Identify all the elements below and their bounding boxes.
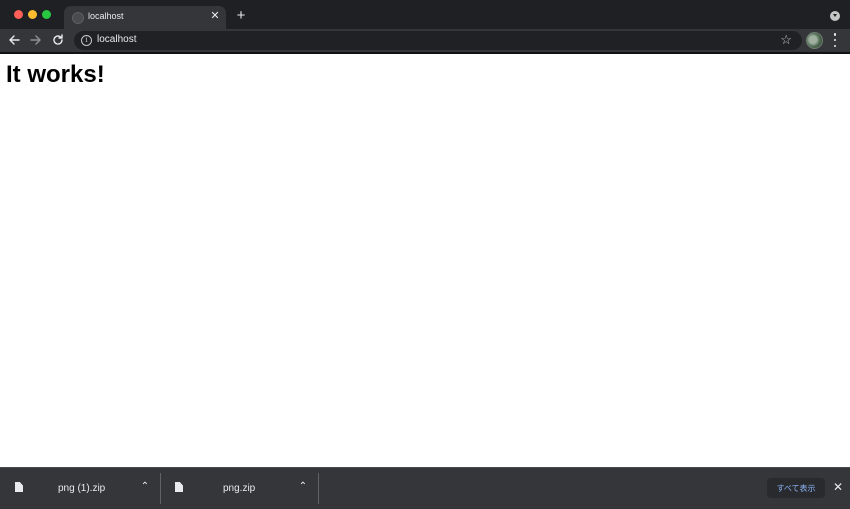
window-maximize-button[interactable] — [42, 10, 51, 19]
arrow-left-icon — [9, 35, 20, 45]
arrow-right-icon — [30, 35, 41, 45]
page-heading: It works! — [6, 61, 105, 88]
reload-button[interactable] — [50, 32, 66, 48]
url-text[interactable]: localhost — [97, 34, 136, 45]
tab-search-icon[interactable] — [830, 11, 840, 21]
show-all-downloads-button[interactable]: すべて表示 — [767, 478, 825, 498]
download-shelf: png (1).zip ⌃ png.zip ⌃ すべて表示 ✕ — [0, 467, 850, 509]
chevron-up-icon[interactable]: ⌃ — [139, 481, 151, 493]
download-filename: png (1).zip — [58, 483, 106, 494]
chevron-up-icon[interactable]: ⌃ — [297, 481, 309, 493]
page-viewport: It works! — [0, 54, 850, 467]
tab-localhost[interactable]: localhost ✕ — [64, 6, 226, 29]
file-icon — [175, 482, 183, 492]
new-tab-button[interactable]: + — [233, 8, 249, 24]
download-item[interactable]: png (1).zip ⌃ — [0, 468, 160, 509]
bookmark-star-icon[interactable]: ☆ — [780, 32, 792, 48]
close-shelf-button[interactable]: ✕ — [831, 480, 845, 494]
forward-button[interactable] — [28, 32, 44, 48]
info-icon[interactable]: i — [81, 35, 92, 46]
avatar[interactable] — [806, 32, 823, 49]
globe-icon — [72, 12, 84, 24]
window-close-button[interactable] — [14, 10, 23, 19]
browser-toolbar: i localhost ☆ — [0, 29, 850, 52]
address-bar[interactable]: i localhost ☆ — [74, 31, 802, 50]
tab-close-button[interactable]: ✕ — [208, 9, 222, 23]
menu-dot — [833, 44, 837, 47]
reload-icon — [53, 34, 63, 45]
download-filename: png.zip — [223, 483, 256, 494]
file-icon — [15, 482, 23, 492]
window-minimize-button[interactable] — [28, 10, 37, 19]
menu-dot — [833, 33, 837, 36]
download-divider — [318, 473, 319, 504]
download-item[interactable]: png.zip ⌃ — [160, 468, 318, 509]
menu-dot — [833, 38, 837, 42]
more-vert-icon[interactable] — [829, 33, 841, 47]
tab-title: localhost — [88, 11, 124, 21]
back-button[interactable] — [6, 32, 22, 48]
browser-titlebar: localhost ✕ + — [0, 0, 850, 29]
